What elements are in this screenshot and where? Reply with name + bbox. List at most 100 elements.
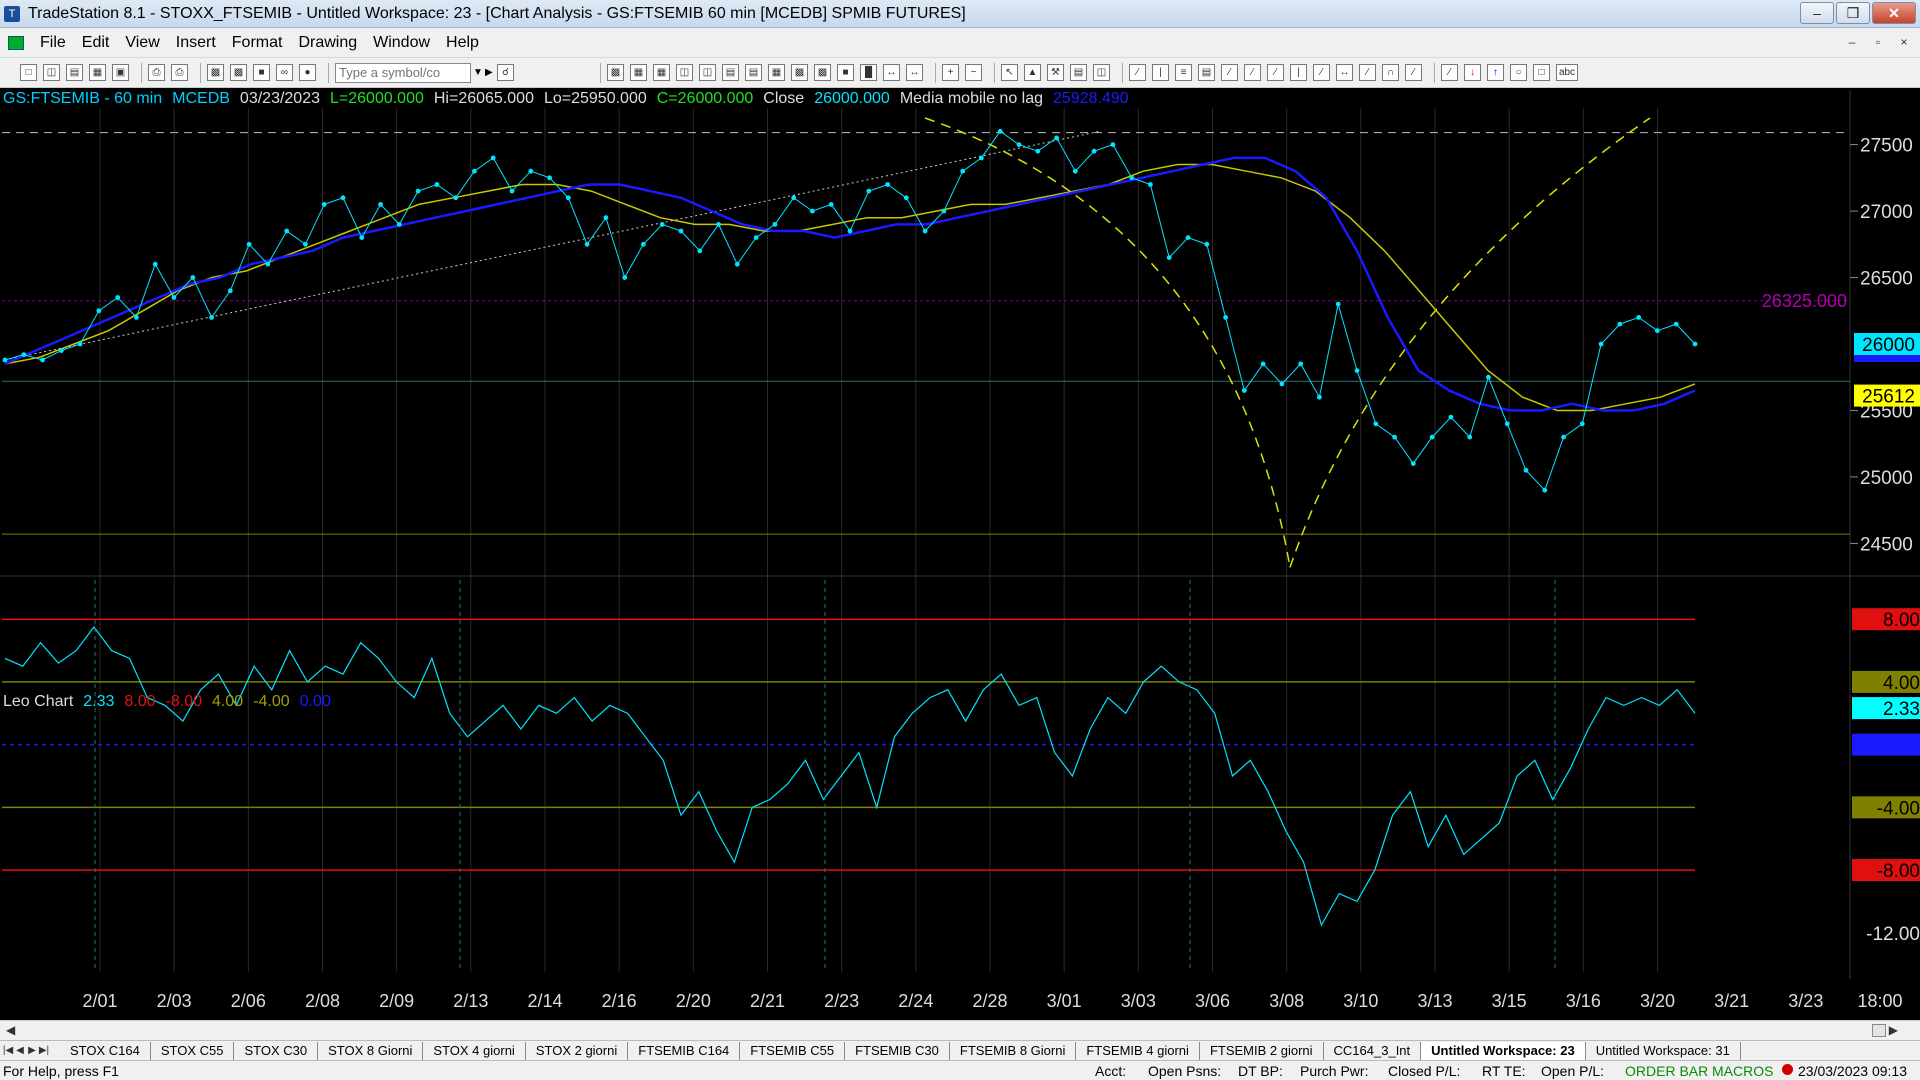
time-cycle-icon[interactable]: | (1290, 64, 1307, 81)
news-icon[interactable]: ▤ (722, 64, 739, 81)
andrews-pitchfork-icon[interactable]: ∕ (1267, 64, 1284, 81)
extend-line-icon[interactable]: ↔ (1336, 64, 1353, 81)
menu-insert[interactable]: Insert (168, 34, 224, 52)
arrow-down-icon[interactable]: ↓ (1464, 64, 1481, 81)
optionstation-icon[interactable]: ◫ (699, 64, 716, 81)
scroll-right-icon[interactable]: ▶ (1889, 1023, 1898, 1037)
workspace-tab[interactable]: FTSEMIB C55 (740, 1041, 846, 1060)
horizontal-line-icon[interactable]: ≡ (1175, 64, 1192, 81)
open-workspace-icon[interactable]: ▤ (66, 64, 83, 81)
new-window-icon[interactable]: ▦ (89, 64, 106, 81)
workspace-tab[interactable]: STOX 8 Giorni (318, 1041, 424, 1060)
indicator-icon[interactable]: ▩ (814, 64, 831, 81)
regression-channel-icon[interactable]: ∕ (1313, 64, 1330, 81)
menu-drawing[interactable]: Drawing (290, 34, 365, 52)
child-minimize-icon[interactable]: – (1842, 33, 1862, 51)
tab-last-icon[interactable]: ▶| (38, 1045, 50, 1056)
tab-first-icon[interactable]: |◀ (2, 1045, 14, 1056)
scanner-icon[interactable]: ◫ (676, 64, 693, 81)
arrow-up-icon[interactable]: ↑ (1487, 64, 1504, 81)
fibonacci-icon[interactable]: ▤ (1198, 64, 1215, 81)
ellipse-icon[interactable]: ○ (1510, 64, 1527, 81)
y-tick-label: 24500 (1860, 534, 1913, 555)
strategy-icon[interactable]: ▩ (791, 64, 808, 81)
workspace-tab[interactable]: FTSEMIB 2 giorni (1200, 1041, 1324, 1060)
maximize-button[interactable]: ❒ (1836, 2, 1870, 24)
speed-lines-icon[interactable]: ∕ (1221, 64, 1238, 81)
workspace-tab[interactable]: CC164_3_Int (1324, 1041, 1422, 1060)
tile-icon[interactable]: ▩ (230, 64, 247, 81)
save-icon[interactable]: ▣ (112, 64, 129, 81)
chart-horizontal-scrollbar[interactable]: ◀ ▶ (0, 1020, 1920, 1040)
menu-view[interactable]: View (117, 34, 167, 52)
close-button[interactable]: ✕ (1872, 2, 1916, 24)
link-icon[interactable]: ∞ (276, 64, 293, 81)
symbol-lookup-icon[interactable]: ☌ (497, 64, 514, 81)
print-preview-icon[interactable]: ⎙ (171, 64, 188, 81)
histogram-icon[interactable]: █ (860, 64, 877, 81)
workspace-tab[interactable]: FTSEMIB 8 Giorni (950, 1041, 1077, 1060)
status-order-bar[interactable]: ORDER BAR (1625, 1063, 1708, 1079)
data-tips-icon[interactable]: ▲ (1024, 64, 1041, 81)
zoom-in-icon[interactable]: + (942, 64, 959, 81)
open-icon[interactable]: ◫ (43, 64, 60, 81)
print-icon[interactable]: ⎙ (148, 64, 165, 81)
child-restore-icon[interactable]: ▫ (1868, 33, 1888, 51)
menu-file[interactable]: File (32, 34, 74, 52)
price-label-value: 26000 (1862, 335, 1915, 356)
color-icon[interactable]: ● (299, 64, 316, 81)
order-entry-icon[interactable]: ▤ (745, 64, 762, 81)
menu-edit[interactable]: Edit (74, 34, 118, 52)
compress-bars-icon[interactable]: ↔ (883, 64, 900, 81)
chart-canvas[interactable]: 2/01 2/03 2/06 2/08 2/09 2/13 2/14 2/16 2/20 2/21… (0, 90, 1920, 1020)
menu-window[interactable]: Window (365, 34, 438, 52)
bar-chart-icon[interactable]: ■ (837, 64, 854, 81)
gann-fan-icon[interactable]: ∕ (1244, 64, 1261, 81)
workspace-tab[interactable]: STOX C164 (60, 1041, 151, 1060)
pointer-icon[interactable]: ↖ (1001, 64, 1018, 81)
menu-help[interactable]: Help (438, 34, 487, 52)
chart-analysis-window[interactable]: 2/01 2/03 2/06 2/08 2/09 2/13 2/14 2/16 2/20 2/21… (0, 90, 1920, 1020)
workspace-tab[interactable]: STOX C30 (234, 1041, 319, 1060)
rectangle-icon[interactable]: □ (1533, 64, 1550, 81)
workspace-tab-active[interactable]: Untitled Workspace: 23 (1421, 1041, 1586, 1060)
trendline-icon[interactable]: ∕ (1129, 64, 1146, 81)
workspace-tab[interactable]: STOX 4 giorni (423, 1041, 526, 1060)
matrix-icon[interactable]: ▦ (653, 64, 670, 81)
symbol-go-icon[interactable]: ▶ (485, 63, 497, 83)
workspace-tab[interactable]: FTSEMIB C30 (845, 1041, 950, 1060)
freehand-icon[interactable]: ∕ (1405, 64, 1422, 81)
zoom-out-icon[interactable]: − (965, 64, 982, 81)
chart-analysis-icon[interactable]: ▩ (607, 64, 624, 81)
workspace-tab[interactable]: STOX 2 giorni (526, 1041, 629, 1060)
cascade-icon[interactable]: ▩ (207, 64, 224, 81)
new-icon[interactable]: □ (20, 64, 37, 81)
workspace-tab[interactable]: Untitled Workspace: 31 (1586, 1041, 1741, 1060)
properties-icon[interactable]: ⚒ (1047, 64, 1064, 81)
scroll-grip-icon[interactable] (1872, 1024, 1886, 1037)
easylanguage-icon[interactable]: ▦ (768, 64, 785, 81)
format-icon[interactable]: ▤ (1070, 64, 1087, 81)
minimize-button[interactable]: – (1800, 2, 1834, 24)
radarscreen-icon[interactable]: ▦ (630, 64, 647, 81)
arc-icon[interactable]: ∩ (1382, 64, 1399, 81)
workspace-tab[interactable]: FTSEMIB C164 (628, 1041, 741, 1060)
symbol-dropdown-icon[interactable]: ▼ (473, 63, 485, 83)
child-close-icon[interactable]: × (1894, 33, 1914, 51)
workspace-tab[interactable]: STOX C55 (151, 1041, 235, 1060)
vertical-lines-icon[interactable]: | (1152, 64, 1169, 81)
workspace-tab[interactable]: FTSEMIB 4 giorni (1076, 1041, 1200, 1060)
curve-icon[interactable]: ∕ (1441, 64, 1458, 81)
status-macros[interactable]: MACROS (1712, 1063, 1773, 1079)
menu-format[interactable]: Format (224, 34, 291, 52)
scroll-left-icon[interactable]: ◀ (6, 1023, 15, 1037)
symbol-input[interactable] (335, 62, 471, 83)
tab-prev-icon[interactable]: ◀ (14, 1045, 26, 1056)
expand-bars-icon[interactable]: ↔ (906, 64, 923, 81)
text-icon[interactable]: abc (1556, 64, 1578, 81)
parallel-lines-icon[interactable]: ∕ (1359, 64, 1376, 81)
delete-icon[interactable]: ◫ (1093, 64, 1110, 81)
tab-next-icon[interactable]: ▶ (26, 1045, 38, 1056)
chart-document-icon[interactable] (8, 35, 24, 50)
lock-icon[interactable]: ■ (253, 64, 270, 81)
